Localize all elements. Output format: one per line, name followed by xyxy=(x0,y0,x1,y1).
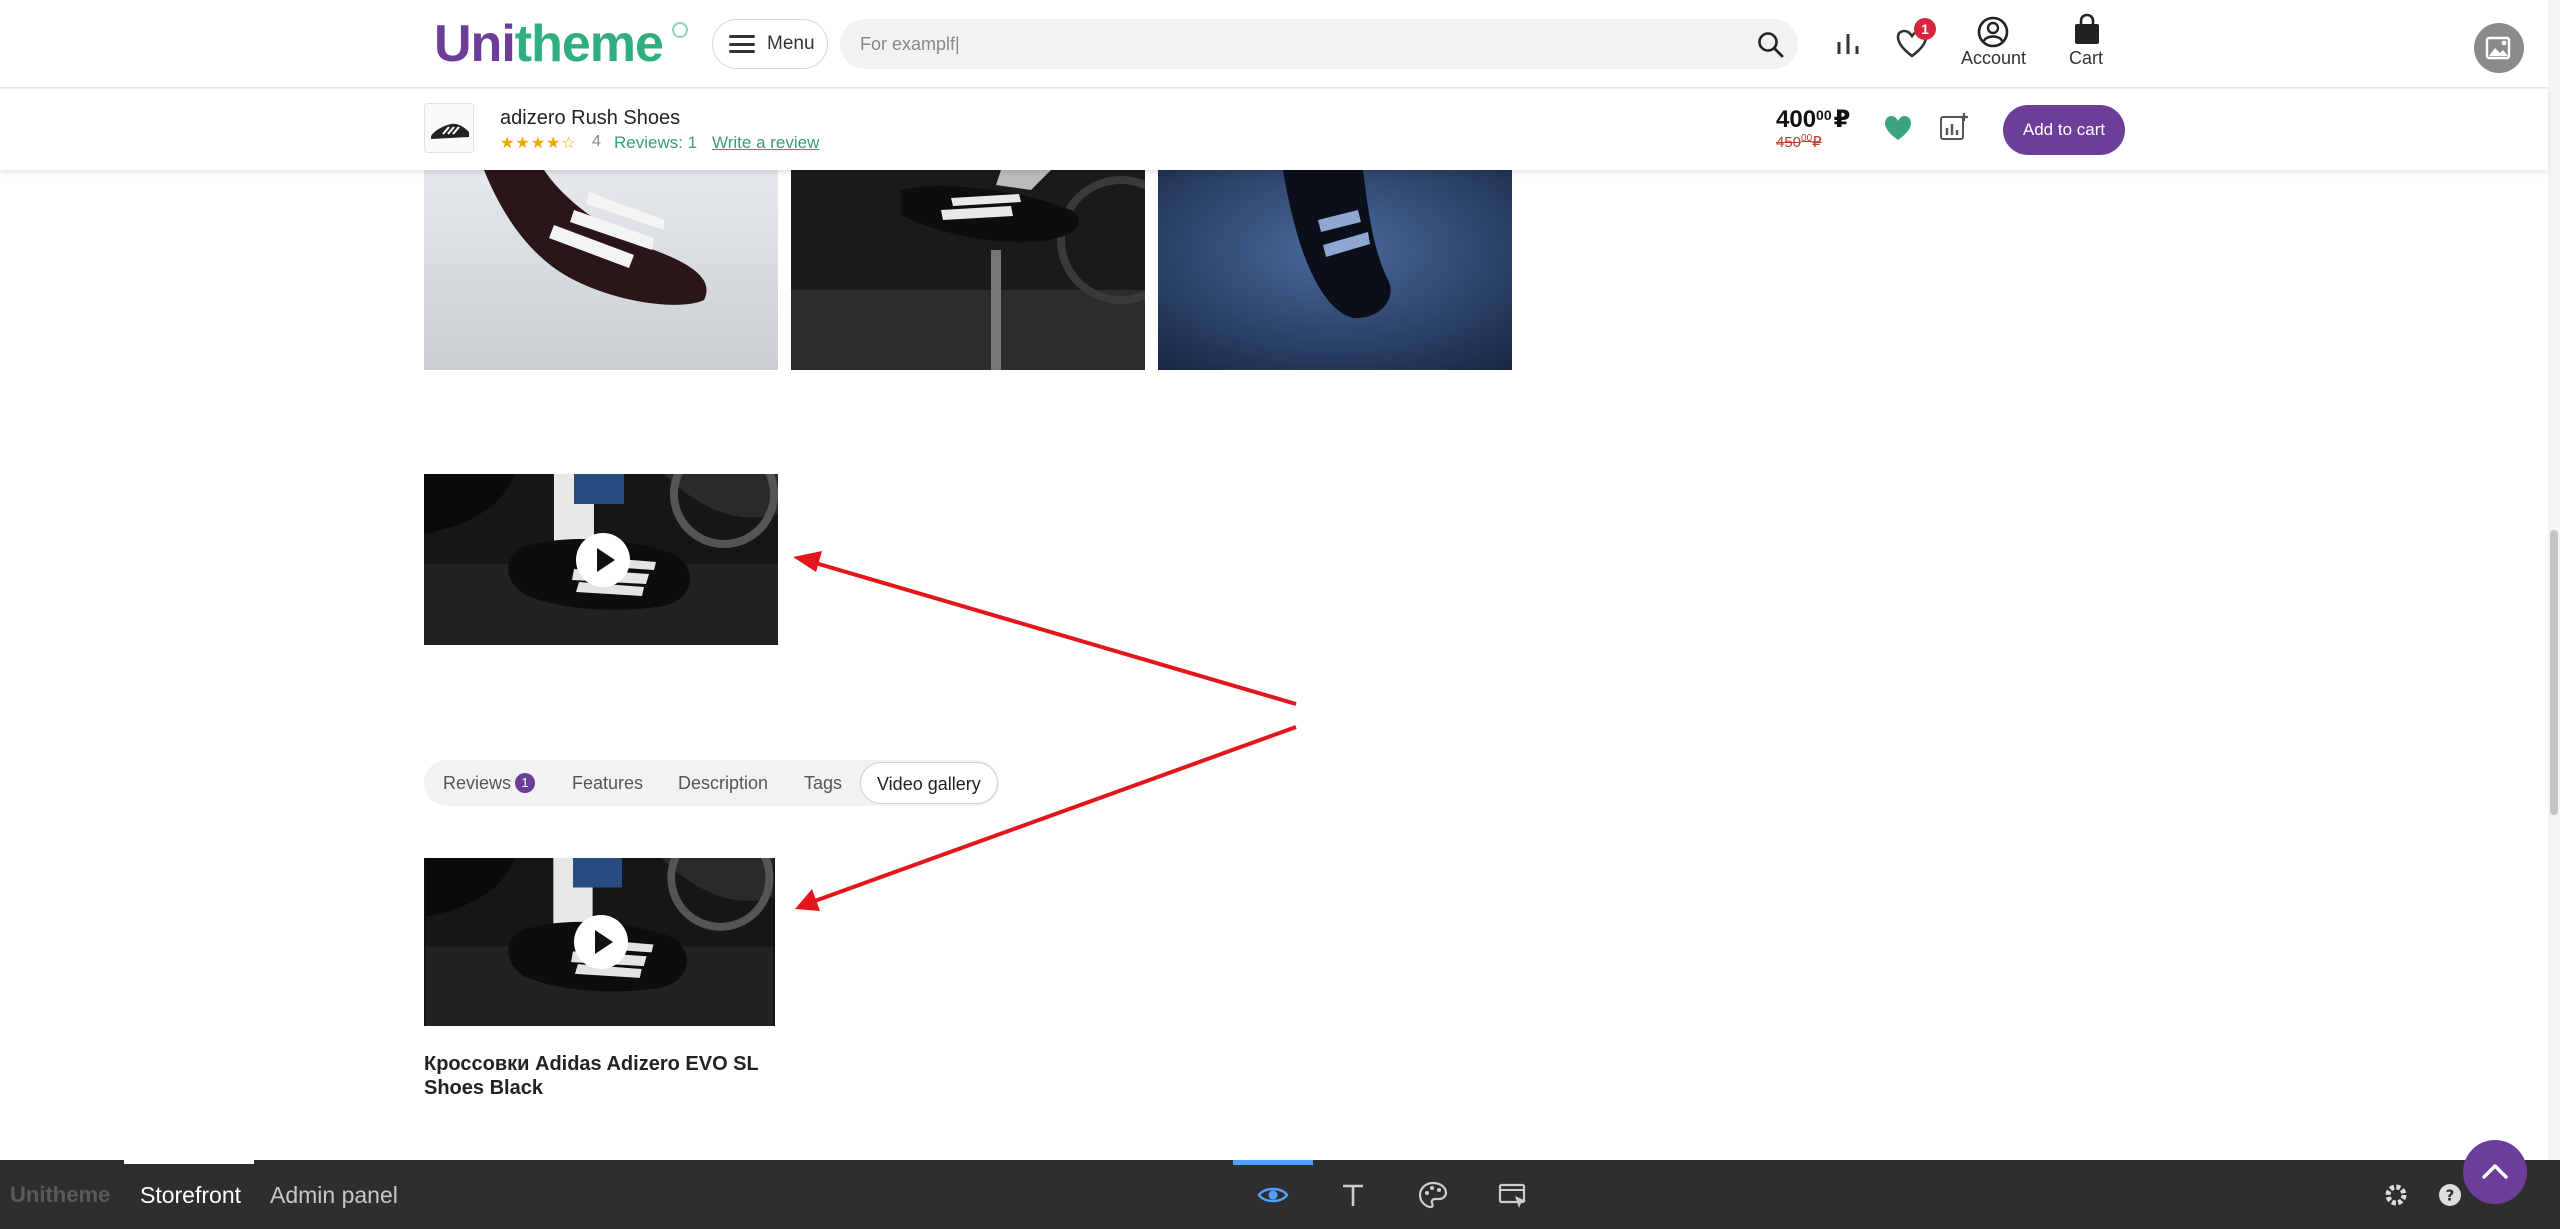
reviews-count-link[interactable]: Reviews: 1 xyxy=(614,133,697,153)
tab-video-gallery[interactable]: Video gallery xyxy=(860,762,998,804)
rating-value: 4 xyxy=(592,133,601,150)
cart-label[interactable]: Cart xyxy=(2069,48,2103,69)
shoe-photo-white-background xyxy=(424,170,778,370)
wishlist-count-badge: 1 xyxy=(1914,18,1936,40)
bar-chart-icon[interactable] xyxy=(1830,26,1866,62)
old-price: 45000₽ xyxy=(1776,133,1822,151)
video-thumbnail-1[interactable] xyxy=(424,474,778,645)
video-thumbnail-2[interactable] xyxy=(424,858,775,1026)
chevron-up-icon xyxy=(2482,1164,2508,1179)
play-icon[interactable] xyxy=(576,533,630,587)
menu-label: Menu xyxy=(767,33,815,54)
product-sticky-bar: adizero Rush Shoes ★★★★☆ 4 Reviews: 1 Wr… xyxy=(0,88,2548,170)
hamburger-icon xyxy=(729,35,755,53)
text-icon[interactable] xyxy=(1337,1180,1369,1210)
compare-icon[interactable] xyxy=(1938,111,1970,143)
palette-icon[interactable] xyxy=(1417,1180,1449,1210)
gallery-photo-1[interactable] xyxy=(424,170,778,370)
old-price-decimals: 00 xyxy=(1801,133,1813,144)
write-review-link[interactable]: Write a review xyxy=(712,133,819,153)
tab-description[interactable]: Description xyxy=(678,760,768,806)
help-icon[interactable]: ? xyxy=(2437,1182,2463,1208)
cart-icon[interactable] xyxy=(2069,12,2105,48)
annotation-arrowhead-2 xyxy=(795,889,820,911)
play-icon[interactable] xyxy=(574,915,628,969)
shoe-photo-bicycle xyxy=(791,170,1145,370)
storefront-tab[interactable]: Storefront xyxy=(140,1182,241,1209)
old-price-currency: ₽ xyxy=(1812,134,1822,151)
image-icon xyxy=(2485,36,2511,60)
preview-mode-indicator xyxy=(1233,1160,1313,1165)
shoe-thumbnail-image xyxy=(431,123,469,139)
scrollbar-thumb[interactable] xyxy=(2550,530,2558,815)
gallery-photo-3[interactable] xyxy=(1158,170,1512,370)
reviews-count-badge: 1 xyxy=(515,773,536,793)
logo-text-theme: theme xyxy=(514,15,664,73)
search-bar xyxy=(840,19,1798,69)
old-price-integer: 450 xyxy=(1776,134,1802,151)
search-input[interactable] xyxy=(860,19,1740,69)
product-name: adizero Rush Shoes xyxy=(500,107,681,129)
annotation-arrow-line-2 xyxy=(811,725,1297,904)
shoe-photo-blue-background xyxy=(1158,170,1512,370)
menu-button[interactable]: Menu xyxy=(712,19,828,69)
logo-text-uni: Uni xyxy=(434,15,516,73)
price-integer: 400 xyxy=(1776,106,1817,133)
logo-mark-icon xyxy=(672,22,688,38)
admin-logo: Unitheme xyxy=(10,1182,111,1207)
current-price: 40000₽ xyxy=(1776,105,1850,134)
price-decimals: 00 xyxy=(1816,107,1832,123)
price-currency: ₽ xyxy=(1833,106,1851,133)
storefront-active-indicator xyxy=(124,1160,254,1164)
user-avatar[interactable] xyxy=(2474,23,2524,73)
svg-text:?: ? xyxy=(2446,1187,2455,1205)
gallery-photo-2[interactable] xyxy=(791,170,1145,370)
product-thumbnail[interactable] xyxy=(424,103,474,153)
eye-icon[interactable] xyxy=(1257,1180,1289,1210)
admin-toolbar: Unitheme Storefront Admin panel ? xyxy=(0,1160,2560,1229)
annotation-arrowhead-1 xyxy=(793,551,822,572)
layout-icon[interactable] xyxy=(1497,1180,1529,1210)
tab-tags[interactable]: Tags xyxy=(804,760,842,806)
search-icon[interactable] xyxy=(1756,30,1786,60)
heart-filled-icon[interactable] xyxy=(1882,113,1914,143)
account-label[interactable]: Account xyxy=(1961,48,2026,69)
product-tabs: Reviews 1 Features Description Tags Video… xyxy=(424,760,999,806)
scroll-to-top-button[interactable] xyxy=(2463,1140,2527,1204)
annotation-arrow-line-1 xyxy=(811,560,1297,706)
admin-panel-tab[interactable]: Admin panel xyxy=(270,1182,398,1209)
site-header: Unitheme Menu 1 Account Cart xyxy=(0,0,2548,88)
video-title[interactable]: Кроссовки Adidas Adizero EVO SL Shoes Bl… xyxy=(424,1052,784,1100)
tab-features[interactable]: Features xyxy=(572,760,643,806)
rating-stars: ★★★★☆ xyxy=(500,135,577,152)
site-logo[interactable]: Unitheme xyxy=(434,14,664,74)
tab-reviews[interactable]: Reviews 1 xyxy=(443,760,536,806)
gear-icon[interactable] xyxy=(2383,1182,2409,1208)
account-icon[interactable] xyxy=(1975,14,2011,50)
add-to-cart-button[interactable]: Add to cart xyxy=(2003,105,2125,155)
tab-reviews-label: Reviews xyxy=(443,773,512,793)
